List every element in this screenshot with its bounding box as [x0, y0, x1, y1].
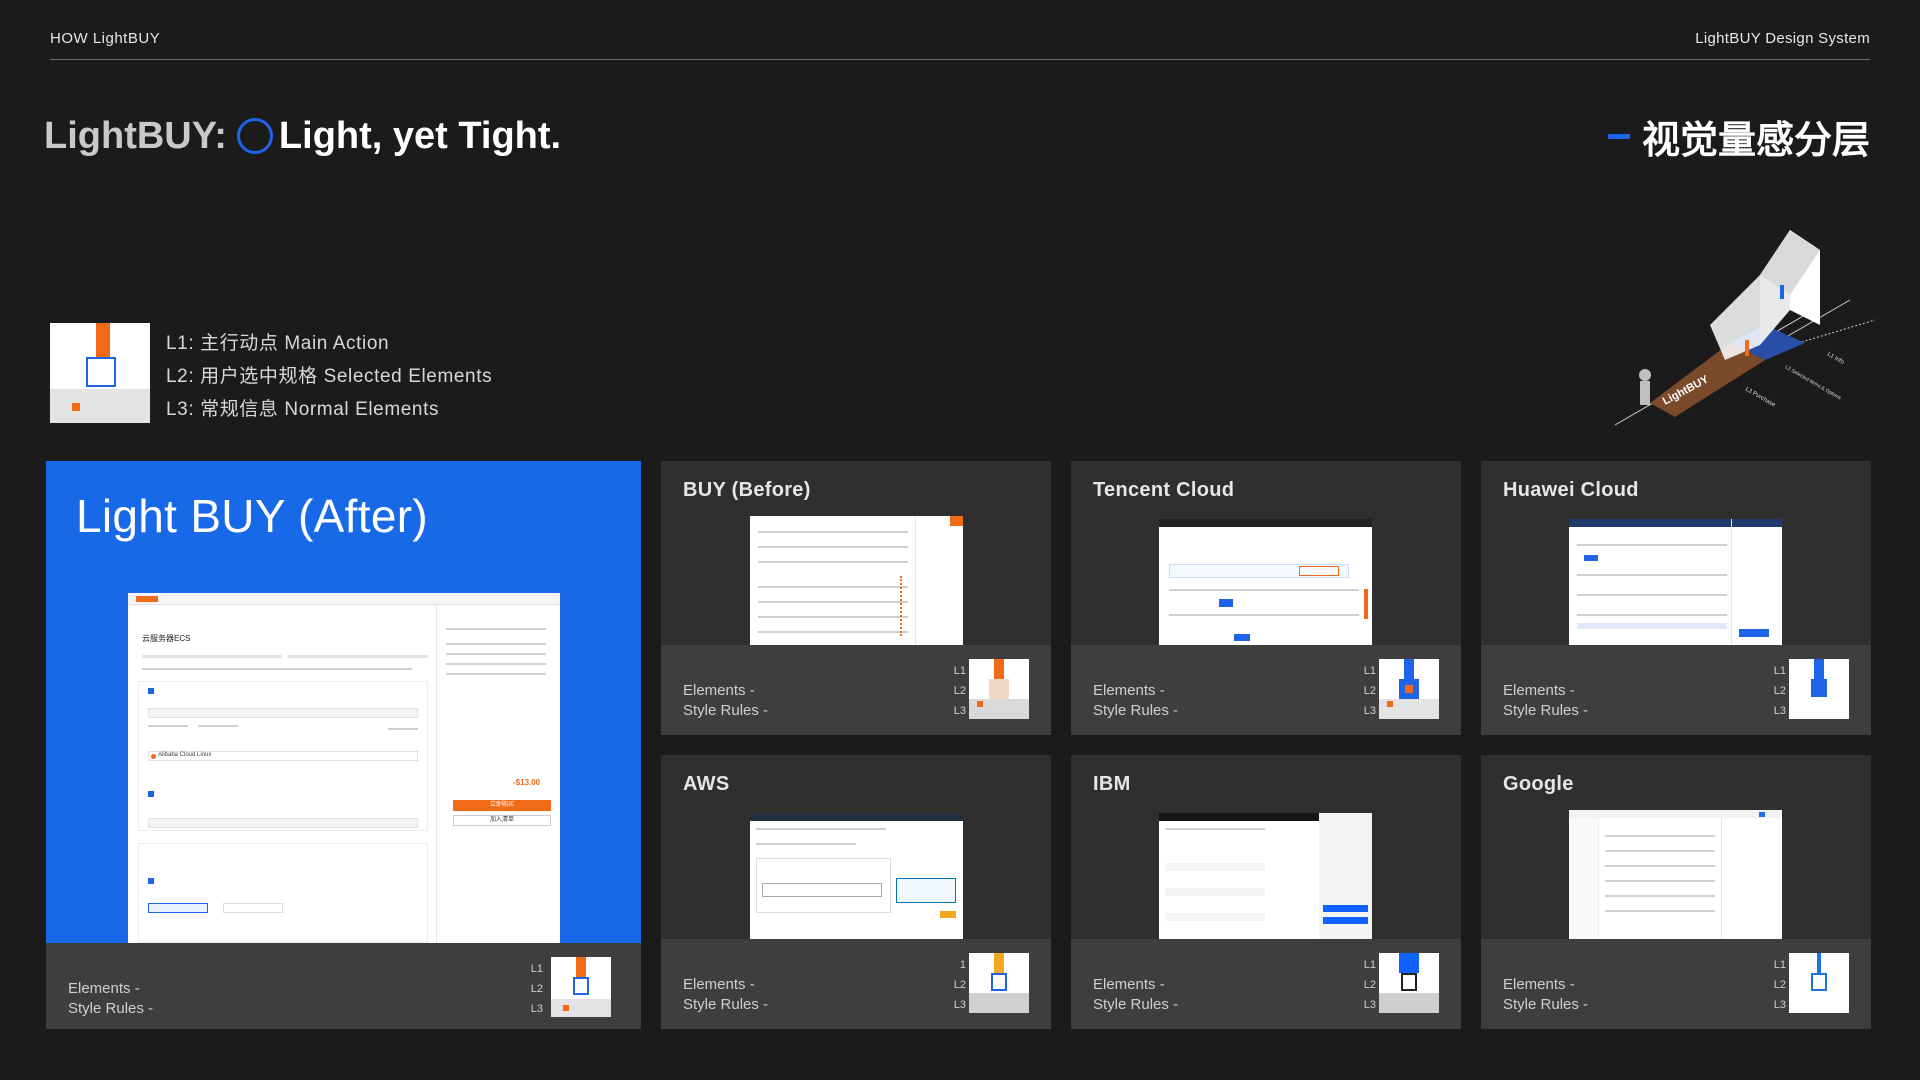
- card-screenshot-preview[interactable]: 云服务器ECS Alibaba Cloud Linux -$13.00 立即购买…: [128, 593, 560, 943]
- card-footer: Elements - Style Rules - L1 L2 L3: [46, 943, 641, 1029]
- card-footer: Elements - Style Rules - L1 L2 L3: [1071, 939, 1461, 1029]
- card-elements-label: Elements - Style Rules -: [1093, 682, 1179, 719]
- level-labels: L1 L2 L3: [953, 665, 966, 717]
- level-hierarchy-icon: [1379, 953, 1439, 1013]
- card-elements-label: Elements - Style Rules -: [1093, 976, 1179, 1013]
- level-hierarchy-icon: [551, 957, 611, 1017]
- illus-l2-label: L2 Selected Items & Options: [1784, 365, 1842, 402]
- header-right-label: LightBUY Design System: [1695, 30, 1870, 47]
- card-screenshot-preview[interactable]: [1159, 519, 1372, 645]
- card-elements-label: Elements - Style Rules -: [1503, 976, 1589, 1013]
- level-legend: L1: 主行动点 Main Action L2: 用户选中规格 Selected…: [166, 327, 492, 426]
- level-labels: L1 L2 L3: [1363, 665, 1376, 717]
- card-title: IBM: [1093, 773, 1131, 795]
- level-labels: L1 L2 L3: [530, 963, 543, 1015]
- card-light-buy-after[interactable]: Light BUY (After) 云服务器ECS Alibaba Cloud …: [46, 461, 641, 1029]
- card-footer: Elements - Style Rules - L1 L2 L3: [1481, 939, 1871, 1029]
- level-labels: L1 L2 L3: [1363, 959, 1376, 1011]
- preview-buy-button[interactable]: 立即购买: [453, 800, 551, 811]
- illus-l1-label: L1 Info: [1826, 352, 1845, 367]
- level-hierarchy-icon: [1379, 659, 1439, 719]
- level-labels: L1 L2 L3: [1773, 665, 1786, 717]
- card-footer: Elements - Style Rules - 1 L2 L3: [661, 939, 1051, 1029]
- level-legend-icon: [50, 323, 150, 423]
- card-title: Light BUY (After): [76, 490, 428, 542]
- card-screenshot-preview[interactable]: [1159, 813, 1372, 939]
- card-google[interactable]: Google Elements - Style Rules - L1 L2 L3: [1481, 755, 1871, 1029]
- card-title: Google: [1503, 773, 1574, 795]
- card-elements-label: Elements - Style Rules -: [68, 980, 154, 1017]
- card-footer: Elements - Style Rules - L1 L2 L3: [1481, 645, 1871, 735]
- card-ibm[interactable]: IBM Elements - Style Rules - L1 L2 L3: [1071, 755, 1461, 1029]
- card-title: BUY (Before): [683, 479, 811, 501]
- card-title: Huawei Cloud: [1503, 479, 1639, 501]
- card-title: AWS: [683, 773, 730, 795]
- card-aws[interactable]: AWS Elements - Style Rules - 1 L2 L3: [661, 755, 1051, 1029]
- level-labels: 1 L2 L3: [953, 959, 966, 1011]
- level-hierarchy-icon: [1789, 659, 1849, 719]
- card-buy-before[interactable]: BUY (Before) Elements - Style Rules - L1 L…: [661, 461, 1051, 735]
- circle-icon: [236, 118, 273, 154]
- legend-l3: L3: 常规信息 Normal Elements: [166, 399, 440, 420]
- level-hierarchy-icon: [969, 953, 1029, 1013]
- legend-l1: L1: 主行动点 Main Action: [166, 333, 390, 354]
- card-footer: Elements - Style Rules - L1 L2 L3: [661, 645, 1051, 735]
- level-hierarchy-icon: [1789, 953, 1849, 1013]
- card-title: Tencent Cloud: [1093, 479, 1235, 501]
- card-screenshot-preview[interactable]: [1569, 810, 1782, 939]
- hero-brand: LightBUY:: [44, 114, 227, 157]
- legend-l2: L2: 用户选中规格 Selected Elements: [166, 366, 493, 387]
- header-left-label: HOW LightBUY: [50, 30, 161, 47]
- preview-os-label: Alibaba Cloud Linux: [158, 752, 212, 758]
- section-dash-icon: [1607, 133, 1630, 139]
- card-screenshot-preview[interactable]: [1569, 519, 1782, 645]
- preview-cart-button[interactable]: 加入清单: [453, 815, 551, 826]
- card-elements-label: Elements - Style Rules -: [683, 682, 769, 719]
- layer-perspective-illustration: LightBUY L1 Info L2 Selected Items & Opt…: [1614, 230, 1876, 426]
- preview-price: -$13.00: [513, 778, 541, 787]
- card-elements-label: Elements - Style Rules -: [1503, 682, 1589, 719]
- hero-tagline: Light, yet Tight.: [278, 114, 562, 157]
- level-hierarchy-icon: [969, 659, 1029, 719]
- section-title-text: 视觉量感分层: [1641, 119, 1870, 162]
- card-screenshot-preview[interactable]: [750, 813, 963, 939]
- card-footer: Elements - Style Rules - L1 L2 L3: [1071, 645, 1461, 735]
- illus-l3-label: L3 Purchase: [1744, 387, 1777, 409]
- card-screenshot-preview[interactable]: [750, 516, 963, 645]
- hero-title: LightBUY: Light, yet Tight.: [44, 110, 561, 162]
- section-title: 视觉量感分层: [1607, 110, 1870, 162]
- card-huawei-cloud[interactable]: Huawei Cloud Elements - Style Rules - L1 L…: [1481, 461, 1871, 735]
- preview-product-title: 云服务器ECS: [142, 634, 191, 643]
- card-tencent-cloud[interactable]: Tencent Cloud Elements - Style Rules - L1…: [1071, 461, 1461, 735]
- card-elements-label: Elements - Style Rules -: [683, 976, 769, 1013]
- top-bar: HOW LightBUY LightBUY Design System: [50, 0, 1870, 60]
- level-labels: L1 L2 L3: [1773, 959, 1786, 1011]
